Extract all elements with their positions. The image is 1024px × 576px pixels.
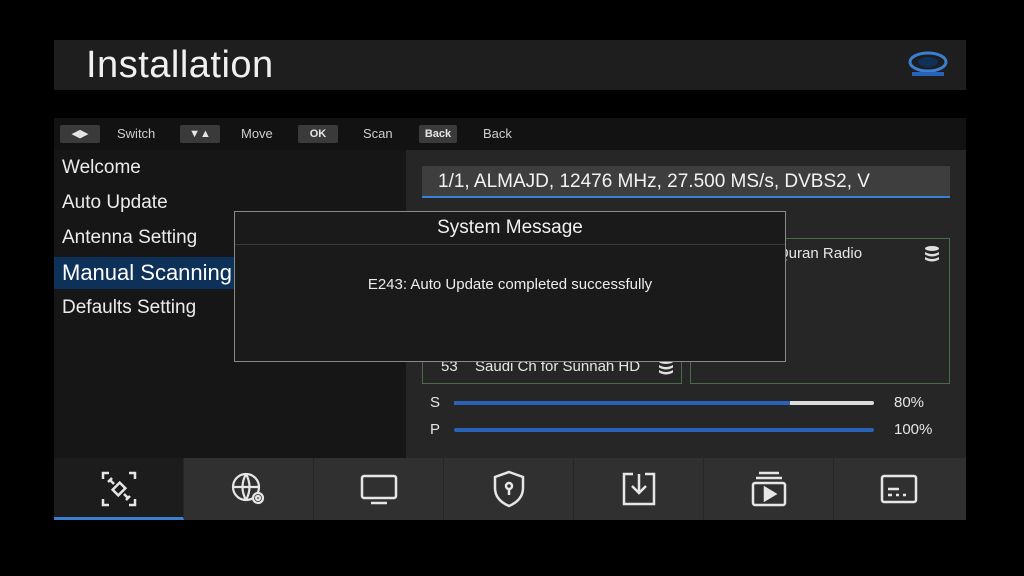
nav-subtitle[interactable] — [834, 458, 964, 520]
database-icon — [925, 246, 939, 262]
download-icon — [622, 472, 656, 506]
tv-icon — [360, 474, 398, 505]
signal-strength-value: 80% — [894, 394, 925, 411]
ok-key-icon: OK — [298, 125, 338, 143]
menu-item-welcome[interactable]: Welcome — [54, 152, 406, 184]
signal-quality-value: 100% — [894, 421, 933, 438]
transponder-select[interactable]: 1/1, ALMAJD, 12476 MHz, 27.500 MS/s, DVB… — [422, 166, 950, 198]
media-playlist-icon — [751, 471, 787, 507]
signal-quality-fill — [454, 428, 874, 432]
dialog-message: E243: Auto Update completed successfully — [367, 276, 653, 293]
nav-installation[interactable] — [54, 458, 184, 520]
brand-logo-icon — [908, 51, 948, 76]
header: Installation — [54, 40, 966, 90]
nav-download[interactable] — [574, 458, 704, 520]
channel-name: Quran Radio — [777, 245, 863, 262]
signal-strength-fill — [454, 401, 790, 405]
signal-strength-bar — [454, 401, 874, 405]
hint-back: Back — [483, 126, 512, 141]
key-hint-bar: ◀▶ Switch ▼▲ Move OK Scan Back Back — [54, 118, 966, 150]
hint-switch: Switch — [117, 126, 156, 141]
hint-scan: Scan — [363, 126, 393, 141]
signal-strength-label: S — [430, 394, 441, 411]
dialog-title: System Message — [235, 212, 785, 245]
satellite-icon — [101, 471, 137, 507]
network-settings-icon — [231, 472, 265, 505]
security-shield-icon — [493, 470, 525, 508]
nav-network[interactable] — [184, 458, 314, 520]
signal-quality-label: P — [430, 421, 441, 438]
hint-move: Move — [241, 126, 273, 141]
nav-security[interactable] — [444, 458, 574, 520]
left-right-key-icon: ◀▶ — [60, 125, 100, 143]
nav-media[interactable] — [704, 458, 834, 520]
bottom-nav — [54, 458, 966, 520]
signal-quality-bar — [454, 428, 874, 432]
back-key-icon: Back — [419, 125, 457, 143]
down-up-key-icon: ▼▲ — [180, 125, 220, 143]
page-title: Installation — [86, 44, 274, 86]
subtitle-icon — [880, 474, 918, 504]
system-message-dialog: System Message E243: Auto Update complet… — [234, 211, 786, 362]
nav-tv[interactable] — [314, 458, 444, 520]
